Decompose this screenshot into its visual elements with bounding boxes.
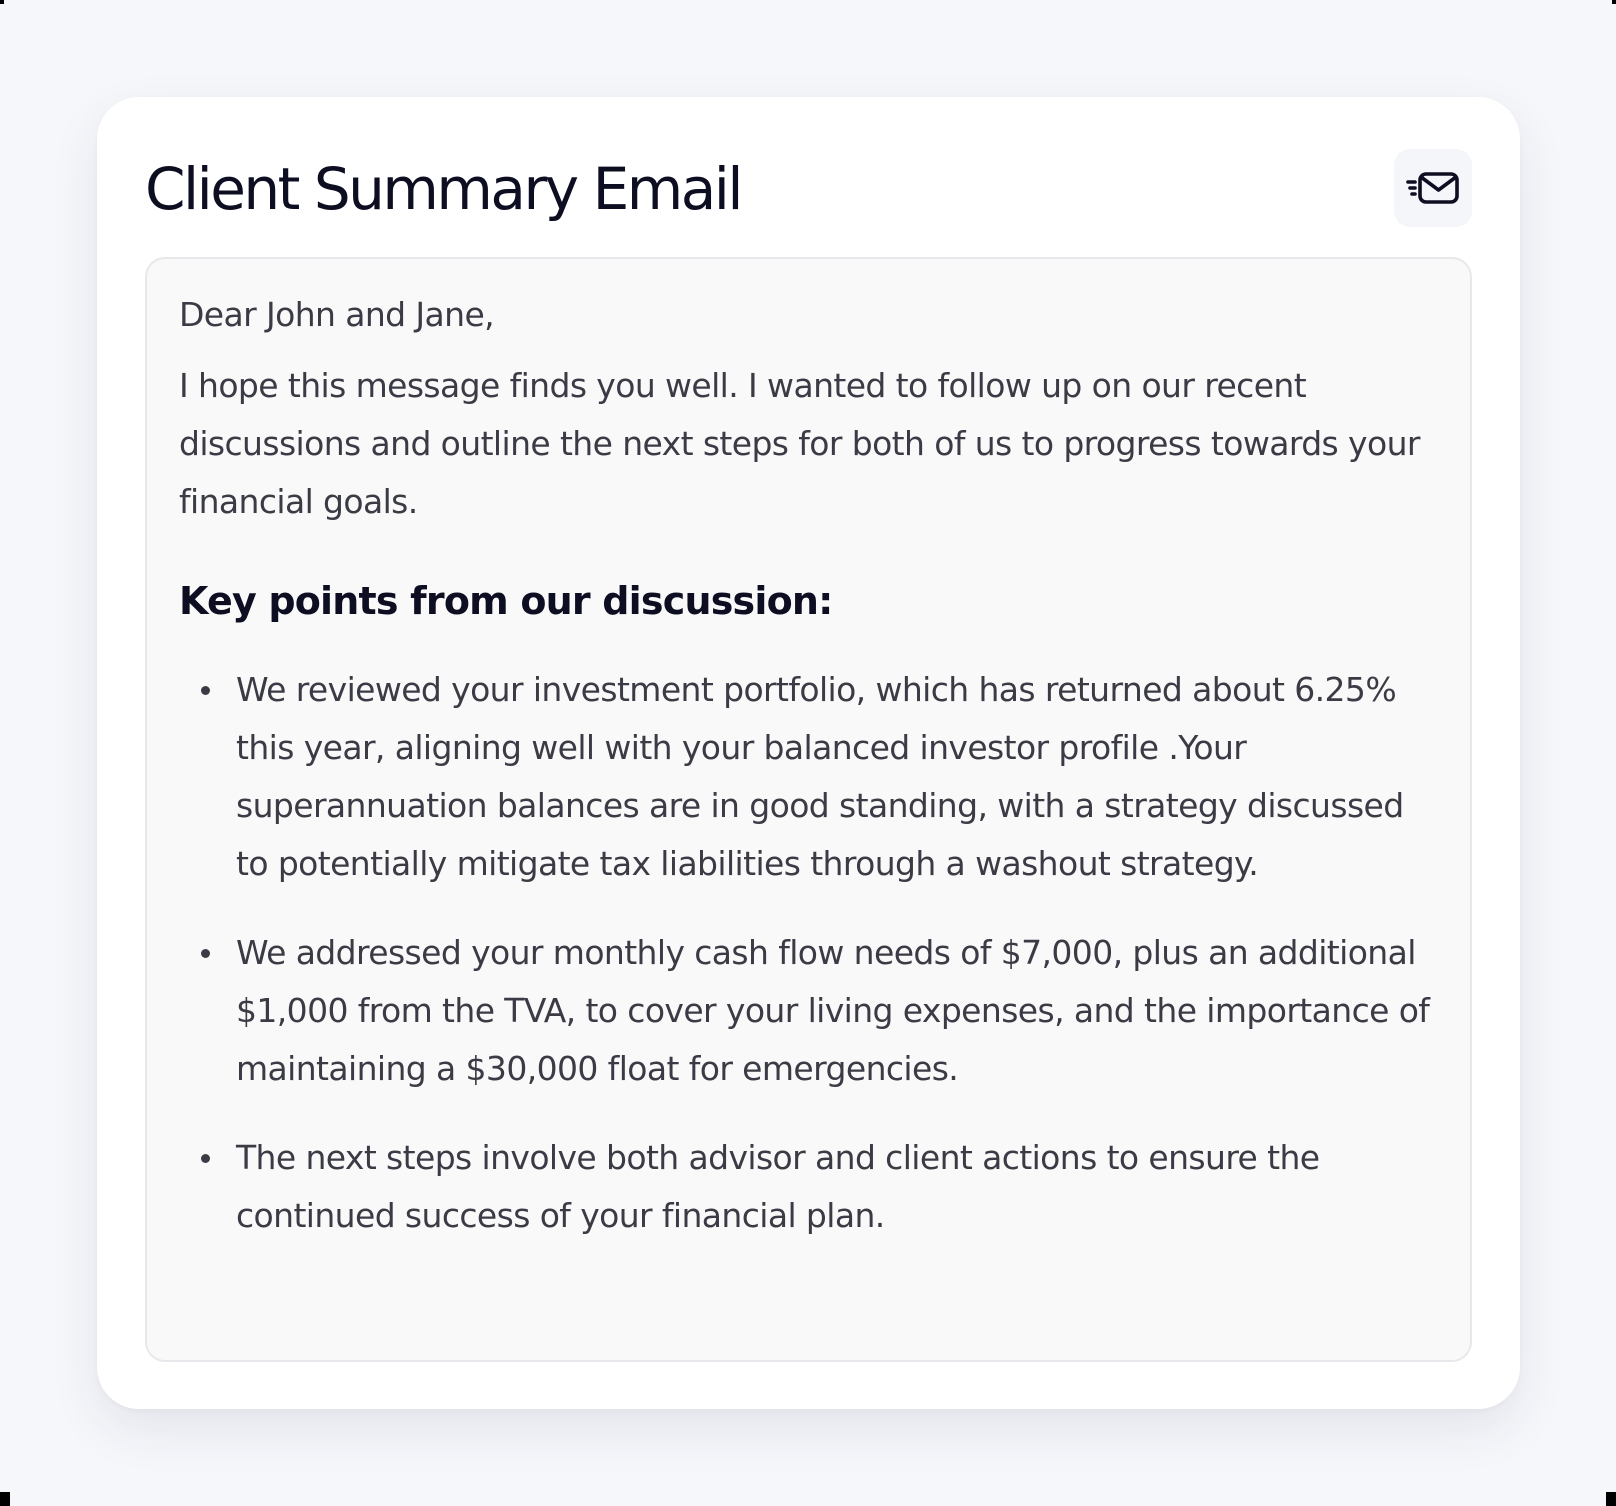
corner-mark-top-left <box>0 0 4 4</box>
corner-mark-bottom-right <box>1606 1492 1616 1506</box>
key-point-item: We addressed your monthly cash flow need… <box>179 924 1438 1098</box>
send-email-button[interactable] <box>1394 149 1472 227</box>
key-points-list: We reviewed your investment portfolio, w… <box>179 661 1438 1245</box>
card-header: Client Summary Email <box>145 149 1472 229</box>
corner-mark-bottom-left <box>0 1492 10 1506</box>
corner-mark-top-right <box>1612 0 1616 4</box>
key-point-text: The next steps involve both advisor and … <box>236 1138 1320 1235</box>
client-summary-card: Client Summary Email Dear John and Jane,… <box>97 97 1520 1409</box>
key-point-item: We reviewed your investment portfolio, w… <box>179 661 1438 893</box>
bullet-icon <box>201 1154 210 1163</box>
key-point-text: We reviewed your investment portfolio, w… <box>236 670 1404 883</box>
bullet-icon <box>201 949 210 958</box>
send-email-icon <box>1406 172 1459 204</box>
key-point-text: We addressed your monthly cash flow need… <box>236 933 1430 1088</box>
bullet-icon <box>201 686 210 695</box>
card-title: Client Summary Email <box>145 155 744 223</box>
email-greeting: Dear John and Jane, <box>179 295 495 334</box>
key-point-item: The next steps involve both advisor and … <box>179 1129 1438 1245</box>
key-points-heading: Key points from our discussion: <box>179 579 833 623</box>
email-body[interactable]: Dear John and Jane, I hope this message … <box>145 257 1472 1362</box>
email-intro-paragraph: I hope this message finds you well. I wa… <box>179 366 1420 521</box>
